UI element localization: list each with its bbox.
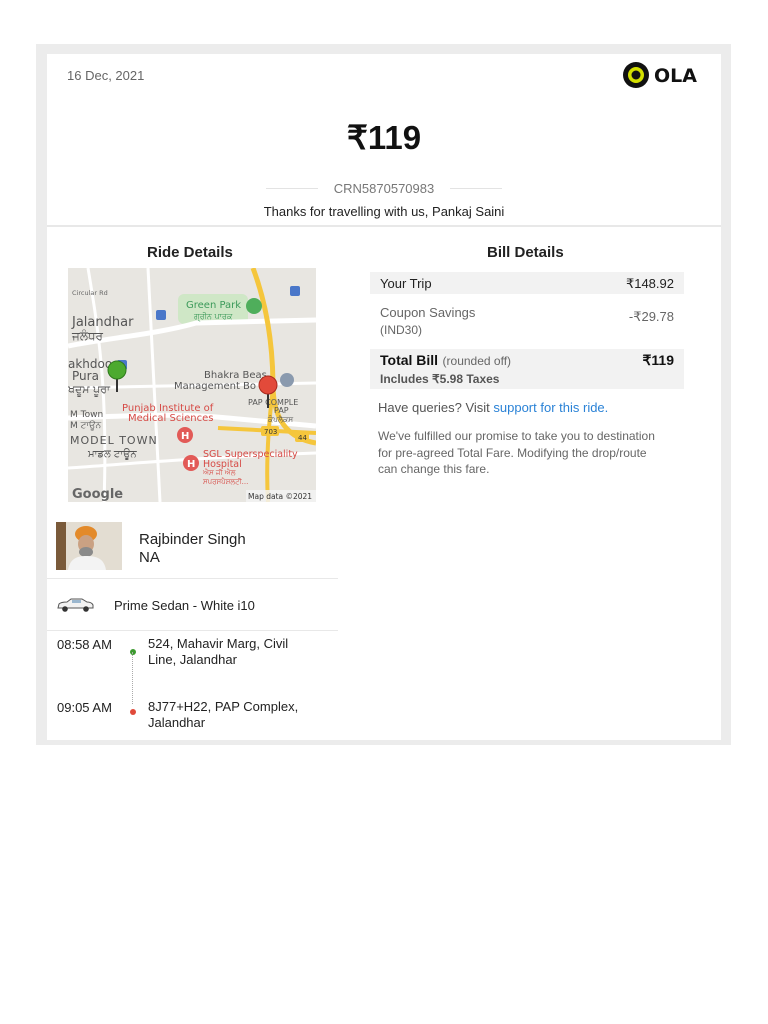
crn-row: CRN5870570983 bbox=[266, 181, 502, 197]
route-map[interactable]: H H 703 44 Circular Rd Jalandhar ਜਲੰਧਰ G… bbox=[68, 268, 316, 502]
total-label-group: Total Bill (rounded off) bbox=[380, 352, 511, 370]
svg-text:Medical Sciences: Medical Sciences bbox=[128, 413, 213, 424]
svg-text:M Town: M Town bbox=[70, 410, 103, 420]
pickup-address: 524, Mahavir Marg, Civil Line, Jalandhar bbox=[148, 636, 289, 667]
bill-details-title: Bill Details bbox=[487, 244, 564, 261]
driver-avatar bbox=[56, 522, 122, 570]
svg-text:Google: Google bbox=[72, 487, 123, 502]
driver-name: Rajbinder Singh bbox=[139, 531, 246, 548]
queries-line: Have queries? Visit support for this rid… bbox=[378, 400, 608, 415]
svg-text:M ਟਾਊਨ: M ਟਾਊਨ bbox=[70, 420, 101, 431]
pickup-dot-icon bbox=[129, 643, 137, 655]
ola-logo: OLA bbox=[622, 61, 702, 89]
svg-text:Jalandhar: Jalandhar bbox=[71, 315, 134, 330]
svg-text:703: 703 bbox=[264, 428, 277, 436]
crn-divider-right bbox=[450, 188, 502, 189]
ride-details-title: Ride Details bbox=[147, 244, 233, 261]
svg-text:ਗ੍ਰੀਨ ਪਾਰਕ: ਗ੍ਰੀਨ ਪਾਰਕ bbox=[193, 312, 233, 322]
svg-text:Bhakra Beas: Bhakra Beas bbox=[204, 370, 267, 381]
coupon-code: (IND30) bbox=[380, 323, 423, 337]
svg-text:H: H bbox=[187, 459, 195, 470]
car-icon bbox=[55, 597, 95, 613]
driver-divider bbox=[47, 578, 338, 579]
coupon-label: Coupon Savings bbox=[380, 305, 476, 320]
ola-logo-icon: OLA bbox=[623, 62, 697, 88]
your-trip-value: ₹148.92 bbox=[625, 276, 674, 291]
your-trip-row: Your Trip ₹148.92 bbox=[370, 272, 684, 294]
coupon-row: Coupon Savings (IND30) -₹29.78 bbox=[370, 300, 684, 344]
svg-text:ਕੰਪਲੈਕਸ: ਕੰਪਲੈਕਸ bbox=[267, 414, 294, 424]
pickup-time: 08:58 AM bbox=[57, 637, 112, 652]
svg-text:ਜਲੰਧਰ: ਜਲੰਧਰ bbox=[71, 329, 104, 343]
ola-logo-text: OLA bbox=[654, 65, 697, 87]
fare-note: We've fulfilled our promise to take you … bbox=[378, 429, 655, 476]
route-map-image: H H 703 44 Circular Rd Jalandhar ਜਲੰਧਰ G… bbox=[68, 268, 316, 502]
svg-text:44: 44 bbox=[298, 434, 307, 442]
header-divider bbox=[47, 225, 721, 227]
svg-text:Pura: Pura bbox=[72, 369, 99, 383]
svg-text:ਸਪਰਸਪੈਸ਼ਲਟੀ...: ਸਪਰਸਪੈਸ਼ਲਟੀ... bbox=[202, 477, 248, 486]
drop-time: 09:05 AM bbox=[57, 700, 112, 715]
total-value: ₹119 bbox=[642, 352, 675, 368]
svg-text:ਖਦੂਮ ਪੂਰਾ: ਖਦੂਮ ਪੂਰਾ bbox=[68, 383, 111, 396]
support-link[interactable]: support for this ride. bbox=[493, 400, 608, 415]
taxes-info: Includes ₹5.98 Taxes bbox=[380, 372, 500, 386]
total-row: Total Bill (rounded off) ₹119 Includes ₹… bbox=[370, 349, 684, 389]
vehicle-divider bbox=[47, 630, 338, 631]
svg-text:Map data ©2021: Map data ©2021 bbox=[248, 492, 312, 501]
svg-text:Management Bo: Management Bo bbox=[174, 381, 256, 392]
receipt-date: 16 Dec, 2021 bbox=[67, 68, 145, 83]
svg-text:ਮਾਡਲ ਟਾਊਨ: ਮਾਡਲ ਟਾਊਨ bbox=[87, 448, 137, 460]
svg-text:ਐਸ ਜੀ ਐਲ: ਐਸ ਜੀ ਐਲ bbox=[202, 468, 236, 477]
route-connector bbox=[132, 652, 135, 704]
svg-text:Green Park: Green Park bbox=[186, 300, 241, 311]
drop-address: 8J77+H22, PAP Complex, Jalandhar bbox=[148, 699, 299, 730]
total-note: (rounded off) bbox=[442, 354, 512, 368]
your-trip-label: Your Trip bbox=[380, 276, 432, 291]
drop-dot-icon bbox=[129, 703, 137, 715]
total-amount: ₹119 bbox=[346, 119, 422, 156]
coupon-value: -₹29.78 bbox=[628, 309, 674, 324]
total-label: Total Bill bbox=[380, 352, 439, 368]
svg-text:Circular Rd: Circular Rd bbox=[72, 289, 108, 297]
driver-subtitle: NA bbox=[139, 549, 160, 566]
thanks-message: Thanks for travelling with us, Pankaj Sa… bbox=[263, 204, 505, 219]
queries-prefix: Have queries? Visit bbox=[378, 400, 490, 415]
svg-text:PAP: PAP bbox=[274, 406, 289, 415]
svg-text:H: H bbox=[181, 431, 189, 442]
driver-photo-image bbox=[56, 522, 122, 570]
svg-text:MODEL TOWN: MODEL TOWN bbox=[70, 434, 158, 447]
vehicle-type: Prime Sedan - White i10 bbox=[114, 598, 255, 613]
